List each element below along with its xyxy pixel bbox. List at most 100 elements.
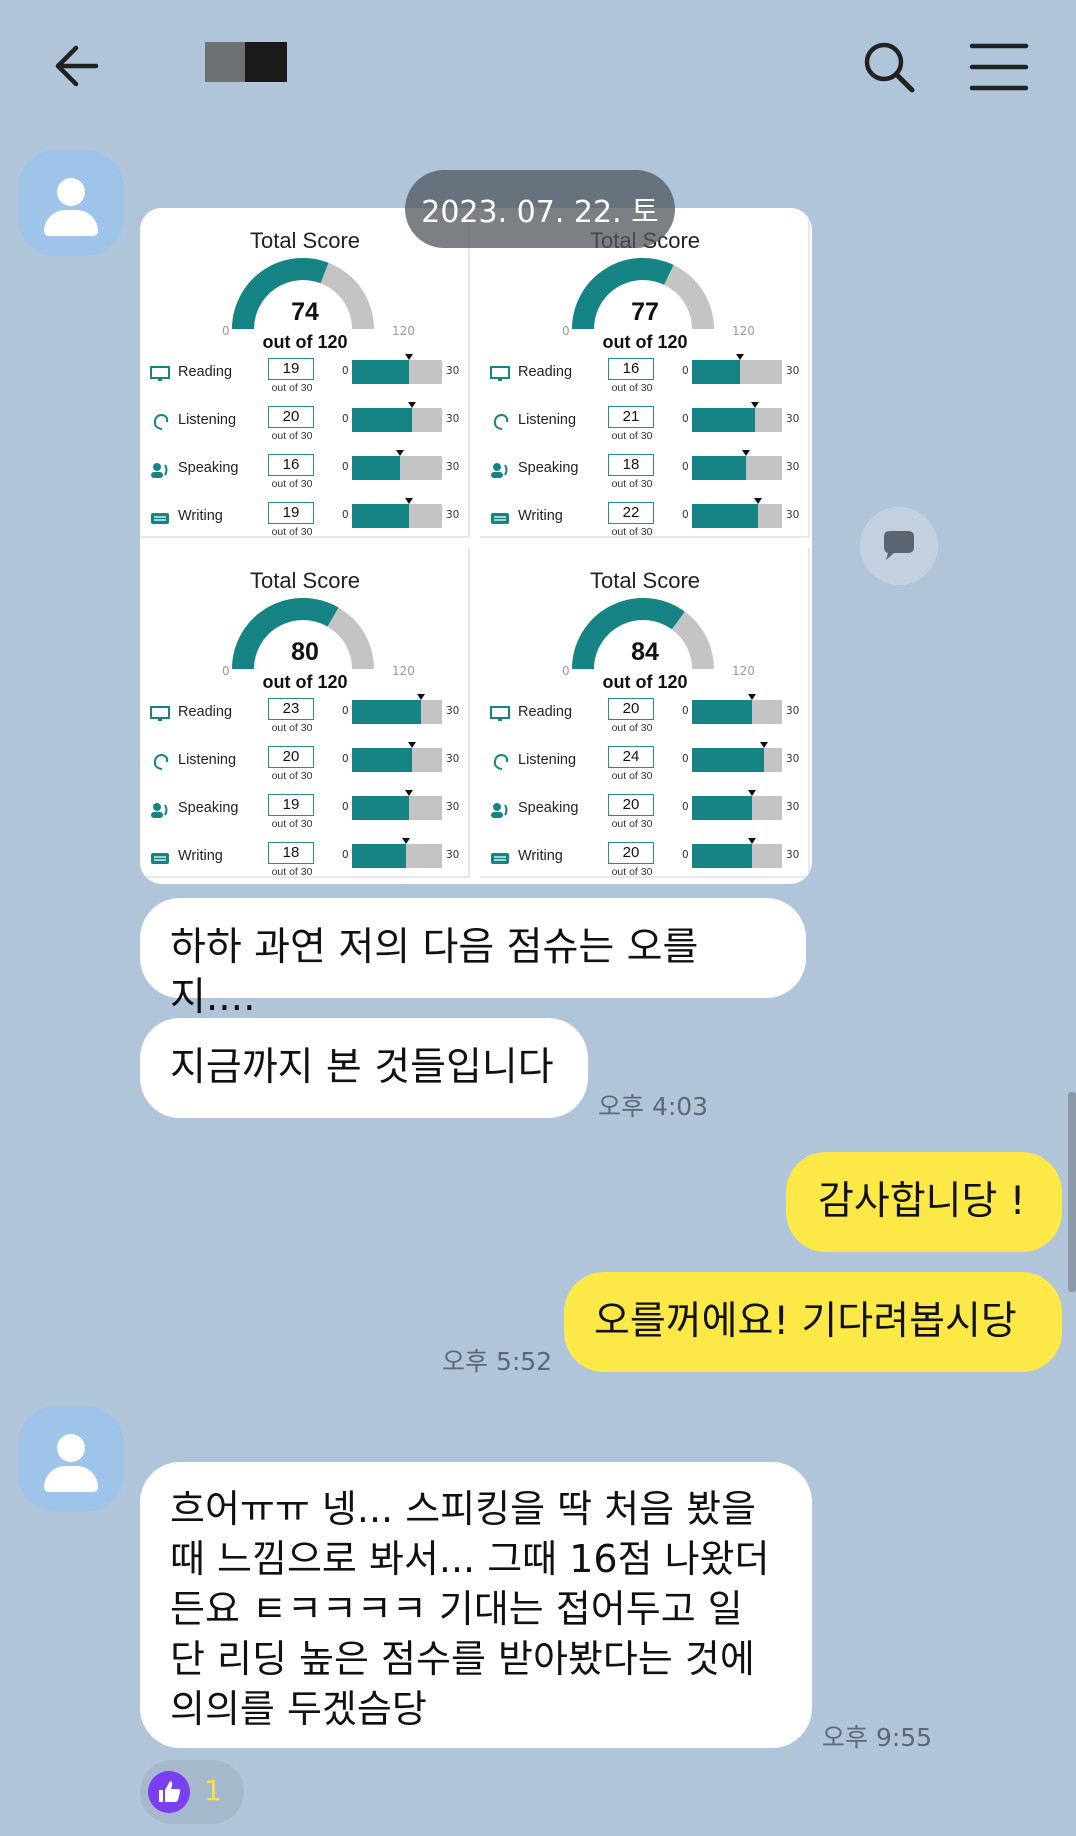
section-row-speaking: Speaking 18 out of 30 0 30 bbox=[488, 450, 804, 496]
speech-bubble-icon bbox=[884, 531, 914, 560]
speaking-icon bbox=[491, 803, 508, 818]
score-bar-fill bbox=[692, 700, 752, 724]
date-divider: 2023. 07. 22. 토 bbox=[405, 170, 675, 248]
score-bar bbox=[692, 354, 782, 384]
score-report-image[interactable]: Total Score 0 120 74 out of 120 Reading 19 out … bbox=[140, 208, 812, 884]
score-bar-fill bbox=[352, 360, 409, 384]
message-time: 오후 5:52 bbox=[442, 1347, 553, 1376]
score-marker bbox=[408, 742, 416, 748]
score-marker bbox=[408, 402, 416, 408]
section-row-reading: Reading 19 out of 30 0 30 bbox=[148, 354, 464, 400]
section-out-of: out of 30 bbox=[271, 526, 313, 538]
section-out-of: out of 30 bbox=[271, 770, 313, 782]
section-label: Writing bbox=[518, 848, 563, 864]
reaction-badge[interactable]: 1 bbox=[140, 1760, 244, 1824]
bar-min: 0 bbox=[682, 753, 689, 765]
chat-title-redacted bbox=[205, 42, 287, 82]
section-label: Listening bbox=[178, 412, 237, 428]
score-panel: Total Score 0 120 74 out of 120 Reading 19 out … bbox=[140, 208, 470, 538]
score-marker bbox=[405, 498, 413, 504]
bar-max: 30 bbox=[446, 365, 460, 377]
section-label: Speaking bbox=[518, 460, 579, 476]
total-out-of: out of 120 bbox=[262, 332, 348, 352]
section-label: Reading bbox=[518, 704, 573, 720]
speaking-icon bbox=[491, 463, 508, 478]
bar-min: 0 bbox=[342, 413, 349, 425]
score-marker bbox=[748, 790, 756, 796]
score-bar bbox=[352, 790, 442, 820]
score-bar bbox=[352, 498, 442, 528]
bar-min: 0 bbox=[342, 509, 349, 521]
score-bar-fill bbox=[352, 456, 400, 480]
share-button[interactable] bbox=[860, 507, 938, 585]
section-label: Listening bbox=[518, 412, 577, 428]
score-marker bbox=[748, 694, 756, 700]
score-bar bbox=[352, 354, 442, 384]
message-bubble[interactable]: 오를꺼에요! 기다려봅시당 bbox=[564, 1272, 1062, 1372]
section-label: Speaking bbox=[178, 800, 239, 816]
listening-icon bbox=[153, 754, 169, 770]
back-arrow-icon[interactable] bbox=[50, 38, 110, 98]
bar-min: 0 bbox=[342, 849, 349, 861]
section-label: Writing bbox=[178, 508, 223, 524]
bar-max: 30 bbox=[446, 705, 460, 717]
message-text: 하하 과연 저의 다음 점슈는 오를지.... bbox=[170, 925, 699, 1020]
section-label: Listening bbox=[178, 752, 237, 768]
listening-icon bbox=[153, 414, 169, 430]
section-out-of: out of 30 bbox=[611, 478, 653, 490]
section-row-writing: Writing 20 out of 30 0 30 bbox=[488, 838, 804, 884]
speaking-icon bbox=[151, 803, 168, 818]
message-text: 단 리딩 높은 점수를 받아봤다는 것에 bbox=[170, 1637, 755, 1681]
score-bar-fill bbox=[352, 408, 412, 432]
score-marker bbox=[405, 790, 413, 796]
section-row-listening: Listening 24 out of 30 0 30 bbox=[488, 742, 804, 788]
listening-icon bbox=[493, 414, 509, 430]
section-out-of: out of 30 bbox=[271, 478, 313, 490]
score-panel: Total Score 0 120 80 out of 120 Reading 23 out … bbox=[140, 548, 470, 878]
search-icon[interactable] bbox=[858, 36, 920, 98]
score-bar bbox=[692, 450, 782, 480]
section-row-writing: Writing 22 out of 30 0 30 bbox=[488, 498, 804, 544]
score-bar-fill bbox=[692, 796, 752, 820]
message-bubble[interactable]: 흐어ㅠㅠ 넹... 스피킹을 딱 처음 봤을 때 느낌으로 봐서... 그때 1… bbox=[140, 1462, 812, 1748]
score-bar-fill bbox=[692, 504, 758, 528]
section-out-of: out of 30 bbox=[271, 430, 313, 442]
thumbs-up-icon bbox=[148, 1771, 190, 1813]
section-score: 23 bbox=[268, 698, 314, 720]
section-score: 18 bbox=[608, 454, 654, 476]
score-marker bbox=[417, 694, 425, 700]
section-out-of: out of 30 bbox=[271, 382, 313, 394]
section-label: Reading bbox=[178, 704, 233, 720]
bar-min: 0 bbox=[342, 705, 349, 717]
section-score: 20 bbox=[608, 842, 654, 864]
score-bar-fill bbox=[352, 504, 409, 528]
message-bubble[interactable]: 감사합니당 ! bbox=[786, 1152, 1062, 1252]
bar-max: 30 bbox=[446, 413, 460, 425]
message-bubble[interactable]: 지금까지 본 것들입니다 bbox=[140, 1018, 588, 1118]
section-score: 20 bbox=[608, 698, 654, 720]
section-score: 19 bbox=[268, 794, 314, 816]
score-bar bbox=[692, 742, 782, 772]
message-bubble[interactable]: 하하 과연 저의 다음 점슈는 오를지.... bbox=[140, 898, 806, 1020]
section-row-reading: Reading 20 out of 30 0 30 bbox=[488, 694, 804, 740]
score-marker bbox=[754, 498, 762, 504]
writing-icon bbox=[151, 853, 169, 864]
score-bar-fill bbox=[352, 748, 412, 772]
section-label: Reading bbox=[518, 364, 573, 380]
section-row-writing: Writing 19 out of 30 0 30 bbox=[148, 498, 464, 544]
bar-max: 30 bbox=[786, 705, 800, 717]
menu-icon[interactable] bbox=[968, 38, 1030, 96]
score-panel: Total Score012077out of 120Reading16out … bbox=[480, 208, 810, 538]
avatar[interactable] bbox=[18, 150, 124, 256]
score-marker bbox=[736, 354, 744, 360]
bar-min: 0 bbox=[682, 413, 689, 425]
section-out-of: out of 30 bbox=[271, 722, 313, 734]
bar-max: 30 bbox=[786, 801, 800, 813]
bar-max: 30 bbox=[786, 413, 800, 425]
avatar[interactable] bbox=[18, 1406, 124, 1512]
scrollbar[interactable] bbox=[1068, 1092, 1076, 1292]
bar-min: 0 bbox=[342, 461, 349, 473]
bar-max: 30 bbox=[786, 461, 800, 473]
score-bar-fill bbox=[692, 408, 755, 432]
section-label: Writing bbox=[178, 848, 223, 864]
